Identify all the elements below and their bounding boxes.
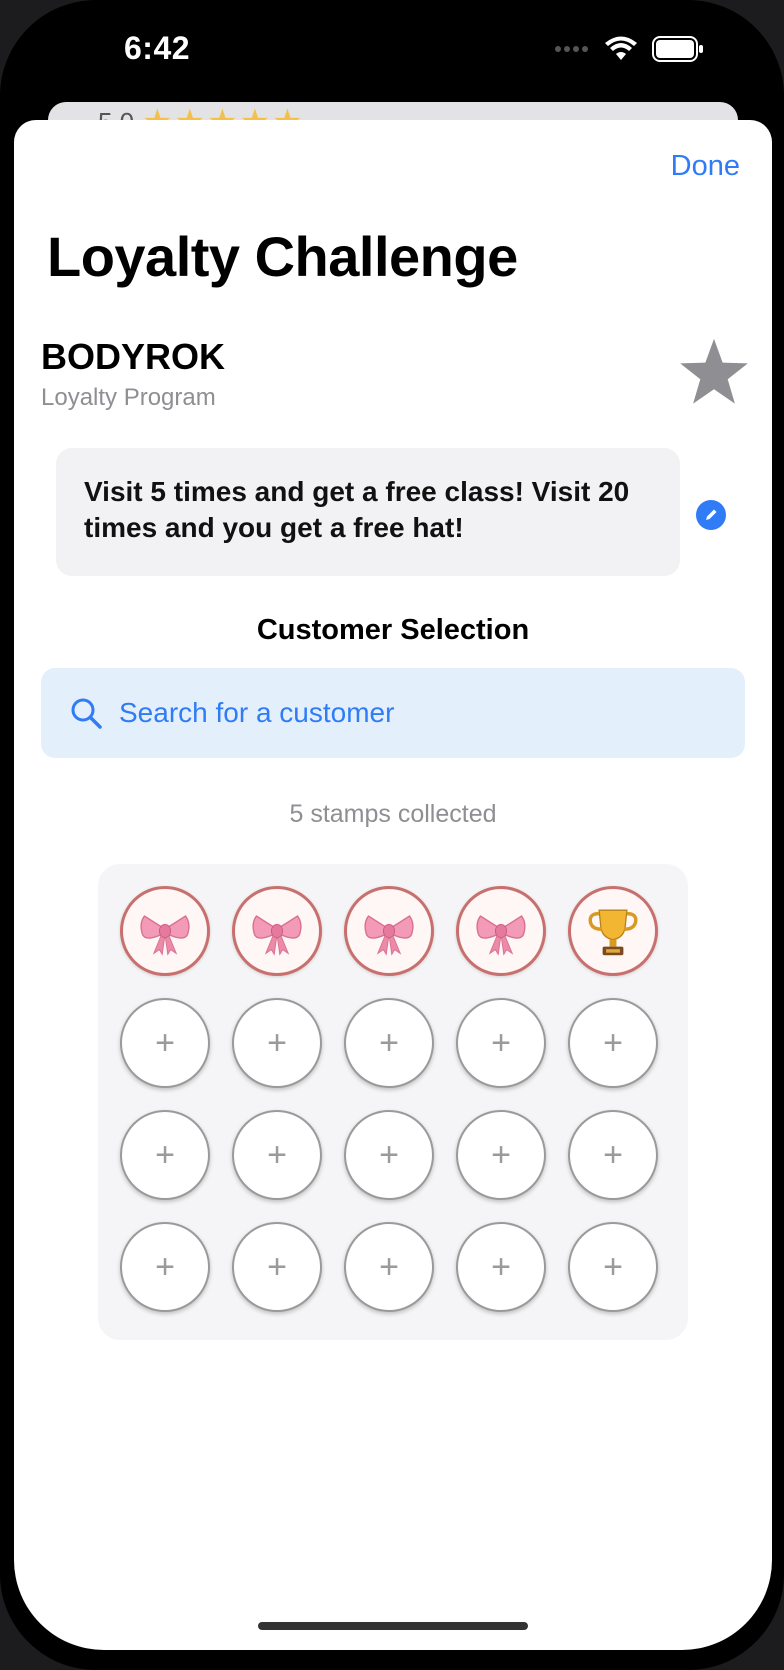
pencil-icon xyxy=(706,509,717,520)
stamp-empty[interactable]: + xyxy=(568,1110,658,1200)
search-icon xyxy=(71,698,102,729)
plus-icon: + xyxy=(267,1023,287,1062)
plus-icon: + xyxy=(491,1023,511,1062)
plus-icon: + xyxy=(491,1247,511,1286)
program-name: BODYROK xyxy=(41,336,226,377)
bow-icon xyxy=(252,915,302,956)
plus-icon: + xyxy=(491,1135,511,1174)
plus-icon: + xyxy=(267,1247,287,1286)
stamp-filled[interactable] xyxy=(232,886,322,976)
status-bar: 6:42 xyxy=(0,0,784,100)
battery-icon xyxy=(652,36,703,62)
stamp-empty[interactable]: + xyxy=(344,1222,434,1312)
plus-icon: + xyxy=(379,1247,399,1286)
program-subtitle: Loyalty Program xyxy=(41,384,216,411)
trophy-icon xyxy=(588,909,638,956)
plus-icon: + xyxy=(155,1247,175,1286)
stamp-empty[interactable]: + xyxy=(456,998,546,1088)
plus-icon: + xyxy=(155,1135,175,1174)
stamp-empty[interactable]: + xyxy=(232,1110,322,1200)
wifi-icon xyxy=(605,36,637,60)
stamp-empty[interactable]: + xyxy=(568,1222,658,1312)
stamp-empty[interactable]: + xyxy=(232,1222,322,1312)
stamp-filled[interactable] xyxy=(120,886,210,976)
plus-icon: + xyxy=(155,1023,175,1062)
done-button[interactable]: Done xyxy=(671,150,740,183)
device-frame: 6:42 5.0 ★★★★★ Done Loyalty Chal xyxy=(0,0,784,1670)
stamp-empty[interactable]: + xyxy=(232,998,322,1088)
plus-icon: + xyxy=(603,1135,623,1174)
cellular-icon xyxy=(555,46,588,52)
plus-icon: + xyxy=(267,1135,287,1174)
customer-search-input[interactable]: Search for a customer xyxy=(41,668,745,758)
customer-selection-title: Customer Selection xyxy=(256,614,530,646)
plus-icon: + xyxy=(379,1135,399,1174)
stamp-filled[interactable] xyxy=(456,886,546,976)
bow-icon xyxy=(364,915,414,956)
stamp-empty[interactable]: + xyxy=(120,1110,210,1200)
stamp-empty[interactable]: + xyxy=(456,1222,546,1312)
plus-icon: + xyxy=(603,1023,623,1062)
stamps-collected-label: 5 stamps collected xyxy=(289,800,497,828)
stamp-empty[interactable]: + xyxy=(344,1110,434,1200)
stamp-filled[interactable] xyxy=(568,886,658,976)
page-title: Loyalty Challenge xyxy=(47,225,518,288)
bow-icon xyxy=(476,915,526,956)
status-time: 6:42 xyxy=(124,30,191,66)
edit-description-button[interactable] xyxy=(696,500,726,530)
stamp-empty[interactable]: + xyxy=(568,998,658,1088)
stamp-empty[interactable]: + xyxy=(120,998,210,1088)
plus-icon: + xyxy=(603,1247,623,1286)
stamp-empty[interactable]: + xyxy=(120,1222,210,1312)
stamp-empty[interactable]: + xyxy=(344,998,434,1088)
status-icons xyxy=(554,36,704,62)
stamp-grid: + + + + + + + + + + + + + + + xyxy=(120,886,658,1312)
stamp-empty[interactable]: + xyxy=(456,1110,546,1200)
plus-icon: + xyxy=(379,1023,399,1062)
program-description: Visit 5 times and get a free class! Visi… xyxy=(56,448,680,576)
search-placeholder: Search for a customer xyxy=(119,697,395,728)
stamp-card: + + + + + + + + + + + + + + + xyxy=(98,864,688,1340)
bow-icon xyxy=(140,915,190,956)
home-indicator xyxy=(258,1622,528,1630)
favorite-star-icon[interactable] xyxy=(678,336,750,408)
stamp-filled[interactable] xyxy=(344,886,434,976)
loyalty-sheet: Done Loyalty Challenge BODYROK Loyalty P… xyxy=(14,120,772,1650)
